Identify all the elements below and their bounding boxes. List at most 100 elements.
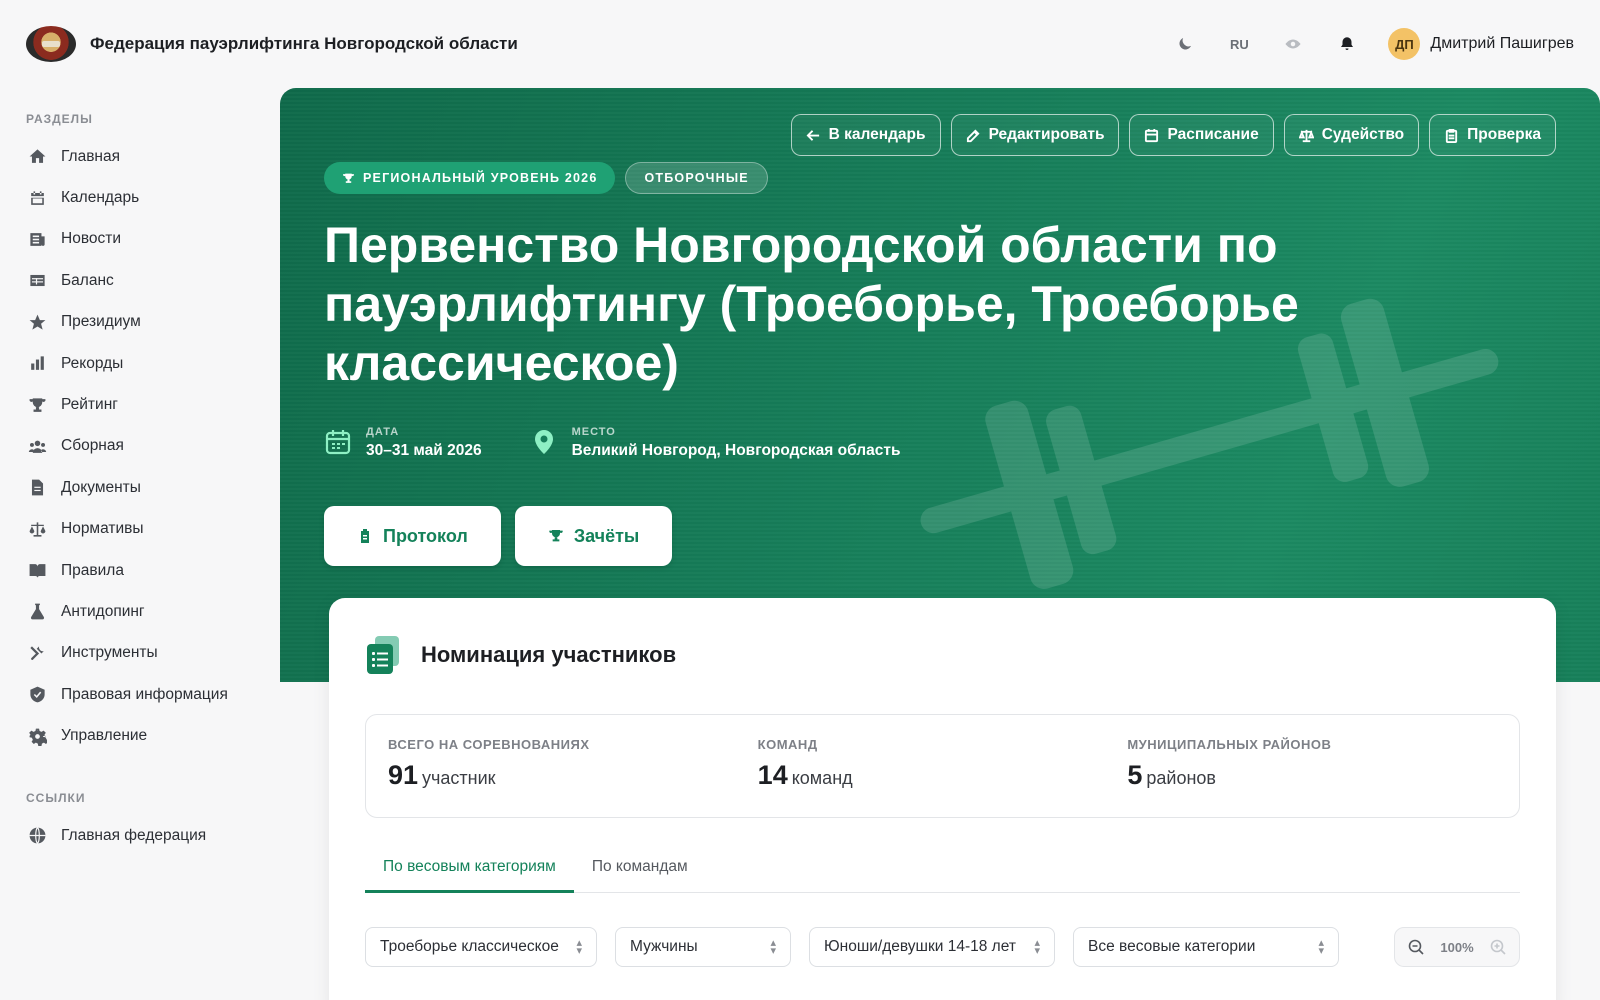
sidebar-item-management[interactable]: Управление [26, 715, 280, 756]
sidebar-item-calendar[interactable]: Календарь [26, 177, 280, 218]
schedule-button[interactable]: Расписание [1129, 114, 1274, 156]
card-header: Номинация участников [365, 634, 1520, 676]
credits-button[interactable]: Зачёты [514, 506, 673, 566]
federation-logo[interactable] [26, 26, 76, 62]
button-label: Проверка [1467, 126, 1541, 143]
star-icon [26, 311, 48, 333]
sidebar-item-label: Главная [61, 147, 120, 165]
discipline-select[interactable]: Троеборье классическое ▴ ▾ [365, 927, 597, 967]
sidebar-item-team[interactable]: Сборная [26, 426, 280, 467]
app-title[interactable]: Федерация пауэрлифтинга Новгородской обл… [90, 34, 518, 54]
top-bar: Федерация пауэрлифтинга Новгородской обл… [0, 0, 1600, 88]
button-label: Расписание [1167, 126, 1259, 143]
shield-icon [26, 684, 48, 706]
clipboard-list-icon [367, 636, 399, 674]
chevron-updown-icon: ▴ ▾ [770, 937, 776, 957]
place-label: МЕСТО [571, 426, 616, 438]
chevron-updown-icon: ▴ ▾ [1318, 937, 1324, 957]
zoom-in-icon[interactable] [1489, 938, 1507, 956]
sidebar-item-antidoping[interactable]: Антидопинг [26, 591, 280, 632]
trophy-icon [549, 530, 563, 542]
hero-actions: В календарь Редактировать Расписание Суд… [790, 114, 1556, 156]
stat-number: 14 [757, 760, 788, 790]
trophy-icon [343, 173, 354, 183]
protocol-button[interactable]: Протокол [324, 506, 501, 566]
stat-districts: МУНИЦИПАЛЬНЫХ РАЙОНОВ 5 районов [1127, 737, 1497, 817]
scales-icon [1298, 129, 1314, 142]
bar-chart-icon [26, 353, 48, 375]
sidebar-item-rating[interactable]: Рейтинг [26, 384, 280, 425]
scales-icon [26, 518, 48, 540]
event-place: МЕСТО Великий Новгород, Новгородская обл… [530, 426, 901, 460]
event-date: ДАТА 30–31 май 2026 [324, 426, 482, 460]
stat-teams: КОМАНД 14 команд [758, 737, 1128, 817]
view-tabs: По весовым категориям По командам [365, 858, 1520, 893]
filters-row: Троеборье классическое ▴ ▾ Мужчины ▴ ▾ Юно… [365, 927, 1520, 967]
sidebar-item-news[interactable]: Новости [26, 219, 280, 260]
avatar: ДП [1388, 28, 1421, 60]
sidebar-item-rules[interactable]: Правила [26, 550, 280, 591]
sidebar-item-label: Календарь [61, 189, 140, 207]
map-pin-icon [534, 430, 553, 454]
table-icon [26, 270, 48, 292]
calendar-icon [26, 187, 48, 209]
sidebar-item-tools[interactable]: Инструменты [26, 633, 280, 674]
stats-panel: ВСЕГО НА СОРЕВНОВАНИЯХ 91 участник КОМАНД… [365, 714, 1520, 818]
sidebar-item-legal[interactable]: Правовая информация [26, 674, 280, 715]
stat-participants: ВСЕГО НА СОРЕВНОВАНИЯХ 91 участник [388, 737, 758, 817]
card-title: Номинация участников [421, 642, 677, 667]
globe-icon [26, 825, 48, 847]
gender-select[interactable]: Мужчины ▴ ▾ [615, 927, 791, 967]
weight-category-select[interactable]: Все весовые категории ▴ ▾ [1073, 927, 1339, 967]
stat-label: КОМАНД [757, 737, 818, 752]
nomination-card: Номинация участников ВСЕГО НА СОРЕВНОВАН… [329, 598, 1556, 1000]
clipboard-icon [1446, 128, 1458, 143]
sidebar-item-balance[interactable]: Баланс [26, 260, 280, 301]
user-menu[interactable]: ДП Дмитрий Пашигрев [1388, 28, 1574, 60]
notifications-button[interactable] [1320, 24, 1374, 64]
zoom-value: 100% [1440, 939, 1474, 955]
select-value: Все весовые категории [1088, 938, 1256, 955]
sidebar-item-label: Правила [61, 561, 124, 579]
accessibility-button[interactable] [1266, 24, 1320, 64]
sidebar-item-label: Рейтинг [61, 396, 118, 414]
bell-icon [1341, 37, 1354, 50]
stat-label: ВСЕГО НА СОРЕВНОВАНИЯХ [388, 737, 590, 752]
gear-icon [26, 725, 48, 747]
judging-button[interactable]: Судейство [1283, 114, 1420, 156]
event-hero: В календарь Редактировать Расписание Суд… [280, 88, 1600, 682]
sidebar-item-documents[interactable]: Документы [26, 467, 280, 508]
language-button[interactable]: RU [1212, 24, 1266, 64]
tab-weight-categories[interactable]: По весовым категориям [365, 858, 574, 893]
sidebar-item-standards[interactable]: Нормативы [26, 509, 280, 550]
calendar-icon [1145, 128, 1159, 142]
sidebar-item-label: Новости [61, 230, 122, 248]
sidebar-item-presidium[interactable]: Президиум [26, 302, 280, 343]
button-label: Протокол [383, 525, 468, 546]
sidebar-item-label: Президиум [61, 313, 141, 331]
check-button[interactable]: Проверка [1429, 114, 1556, 156]
sidebar-link-main-federation[interactable]: Главная федерация [26, 815, 280, 856]
zoom-out-icon[interactable] [1407, 938, 1425, 956]
back-to-calendar-button[interactable]: В календарь [790, 114, 941, 156]
theme-toggle-button[interactable] [1158, 24, 1212, 64]
home-icon [26, 146, 48, 168]
stat-number: 91 [388, 760, 419, 790]
arrow-left-icon [806, 129, 819, 141]
sidebar-item-records[interactable]: Рекорды [26, 343, 280, 384]
tab-teams[interactable]: По командам [574, 858, 706, 893]
select-value: Троеборье классическое [380, 938, 559, 955]
stat-value: 5 районов [1127, 760, 1497, 791]
age-group-select[interactable]: Юноши/девушки 14-18 лет ▴ ▾ [809, 927, 1055, 967]
sidebar-item-label: Рекорды [61, 354, 124, 372]
zoom-control: 100% [1394, 927, 1520, 967]
button-label: Зачёты [573, 525, 640, 546]
stat-label: МУНИЦИПАЛЬНЫХ РАЙОНОВ [1127, 737, 1332, 752]
badge-label: РЕГИОНАЛЬНЫЙ УРОВЕНЬ 2026 [363, 171, 598, 185]
sidebar-item-home[interactable]: Главная [26, 136, 280, 177]
sidebar-item-label: Нормативы [61, 520, 144, 538]
level-badge: РЕГИОНАЛЬНЫЙ УРОВЕНЬ 2026 [324, 162, 616, 194]
news-icon [26, 228, 48, 250]
edit-button[interactable]: Редактировать [950, 114, 1120, 156]
button-label: Судейство [1321, 126, 1405, 143]
